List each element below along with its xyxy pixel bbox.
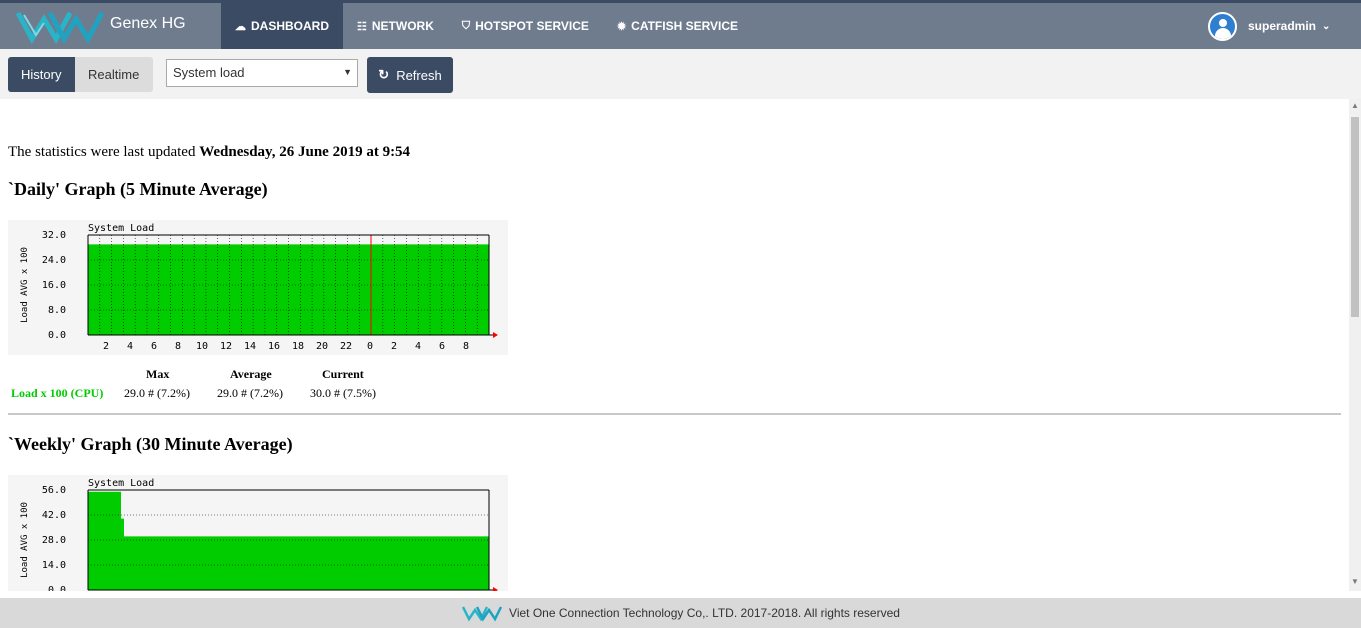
last-updated-text: The statistics were last updated Wednesd… [8,144,411,160]
stats-current-value: 30.0 # (7.5%) [310,386,376,400]
page-footer: Viet One Connection Technology Co,. LTD.… [0,598,1361,628]
x-tick-label: 12 [220,341,232,352]
nav-dashboard-label: DASHBOARD [251,19,329,33]
user-menu[interactable]: superadmin ⌄ [1208,11,1330,41]
x-tick-label: 16 [268,341,280,352]
x-tick-label: 20 [316,341,328,352]
dropdown-arrow-icon: ▼ [343,67,352,77]
sitemap-icon: ☷ [357,20,367,33]
refresh-label: Refresh [396,67,442,83]
daily-graph: System Load Load AVG x 100 0.0 8.0 16.0 24.0 3… [8,220,508,355]
daily-stats-table: Max Average Current Load x 100 (CPU) 29.… [8,367,408,403]
last-updated-date: Wednesday, 26 June 2019 at 9:54 [199,144,411,160]
y-tick-label: 32.0 [42,230,66,241]
x-tick-label: 2 [103,341,109,352]
x-tick-label: 22 [340,341,352,352]
stats-content: The statistics were last updated Wednesd… [0,99,1349,591]
x-tick-label: 2 [391,341,397,352]
y-tick-label: 56.0 [42,485,66,496]
x-tick-label: 4 [127,341,133,352]
stats-average-value: 29.0 # (7.2%) [217,386,283,400]
nav-catfish-service[interactable]: ✹ CATFISH SERVICE [603,3,752,49]
x-tick-label: 4 [415,341,421,352]
chevron-down-icon: ⌄ [1322,20,1331,32]
nav-network-label: NETWORK [371,19,434,33]
x-tick-label: 14 [244,341,256,352]
scroll-down-icon[interactable]: ▼ [1351,577,1359,586]
y-tick-label: 24.0 [42,255,66,266]
x-tick-label: 18 [292,341,304,352]
stat-type-select[interactable]: System load ▼ [166,59,358,87]
main-nav: ☁ DASHBOARD ☷ NETWORK ⛉ HOTSPOT SERVICE … [221,3,752,49]
chart-title: System Load [88,223,154,234]
section-divider [8,413,1341,415]
x-axis-arrow [493,332,498,338]
y-tick-label: 16.0 [42,280,66,291]
y-tick-label: 28.0 [42,535,66,546]
x-axis-arrow [493,587,498,591]
stats-header-average: Average [230,367,272,381]
y-tick-label: 0.0 [48,330,66,341]
daily-graph-title: `Daily' Graph (5 Minute Average) [8,179,268,199]
scrollbar-thumb[interactable] [1351,117,1359,317]
select-value: System load [173,65,245,80]
x-tick-label: 6 [439,341,445,352]
user-name: superadmin [1248,19,1317,33]
daily-chart-svg: System Load Load AVG x 100 0.0 8.0 16.0 24.0 3… [20,223,498,352]
gear-icon: ✹ [616,20,627,33]
app-brand: Genex HG [110,15,186,32]
shield-icon: ⛉ [461,19,471,32]
scroll-up-icon[interactable]: ▲ [1351,101,1359,110]
content-scrollbar[interactable]: ▲ ▼ [1349,99,1361,591]
weekly-graph-title: `Weekly' Graph (30 Minute Average) [8,434,293,454]
x-tick-label: 6 [151,341,157,352]
chart-title: System Load [88,478,154,489]
weekly-graph: System Load Load AVG x 100 0.0 14.0 28.0 42.0… [8,475,508,591]
refresh-icon: ↻ [378,67,390,82]
history-button[interactable]: History [8,57,75,92]
genex-logo[interactable] [14,5,106,47]
nav-network[interactable]: ☷ NETWORK [343,3,448,49]
top-navbar: Genex HG ☁ DASHBOARD ☷ NETWORK ⛉ HOTSPOT… [0,0,1361,49]
y-axis-label: Load AVG x 100 [20,247,30,323]
cloud-icon: ☁ [235,20,246,33]
nav-hotspot-label: HOTSPOT SERVICE [475,19,589,33]
stats-toolbar: History Realtime System load ▼ ↻ Refresh [0,49,1361,99]
x-tick-label: 0 [367,341,373,352]
y-axis-label: Load AVG x 100 [20,502,30,578]
footer-logo [461,606,503,622]
nav-dashboard[interactable]: ☁ DASHBOARD [221,3,343,49]
footer-text: Viet One Connection Technology Co,. LTD.… [509,606,900,620]
nav-hotspot-service[interactable]: ⛉ HOTSPOT SERVICE [448,3,603,49]
stats-header-max: Max [146,367,170,381]
nav-catfish-label: CATFISH SERVICE [631,19,739,33]
stats-max-value: 29.0 # (7.2%) [124,386,190,400]
refresh-button[interactable]: ↻ Refresh [367,57,453,93]
x-tick-label: 8 [463,341,469,352]
y-tick-label: 14.0 [42,560,66,571]
avatar [1208,11,1237,41]
y-tick-label: 8.0 [48,305,66,316]
stats-header-current: Current [322,367,364,381]
stats-row-label: Load x 100 (CPU) [11,386,104,400]
x-tick-label: 8 [175,341,181,352]
realtime-button[interactable]: Realtime [75,57,153,92]
y-tick-label: 42.0 [42,510,66,521]
y-tick-label: 0.0 [48,585,66,591]
x-tick-label: 10 [196,341,208,352]
weekly-chart-svg: System Load Load AVG x 100 0.0 14.0 28.0 42.0… [20,478,498,591]
